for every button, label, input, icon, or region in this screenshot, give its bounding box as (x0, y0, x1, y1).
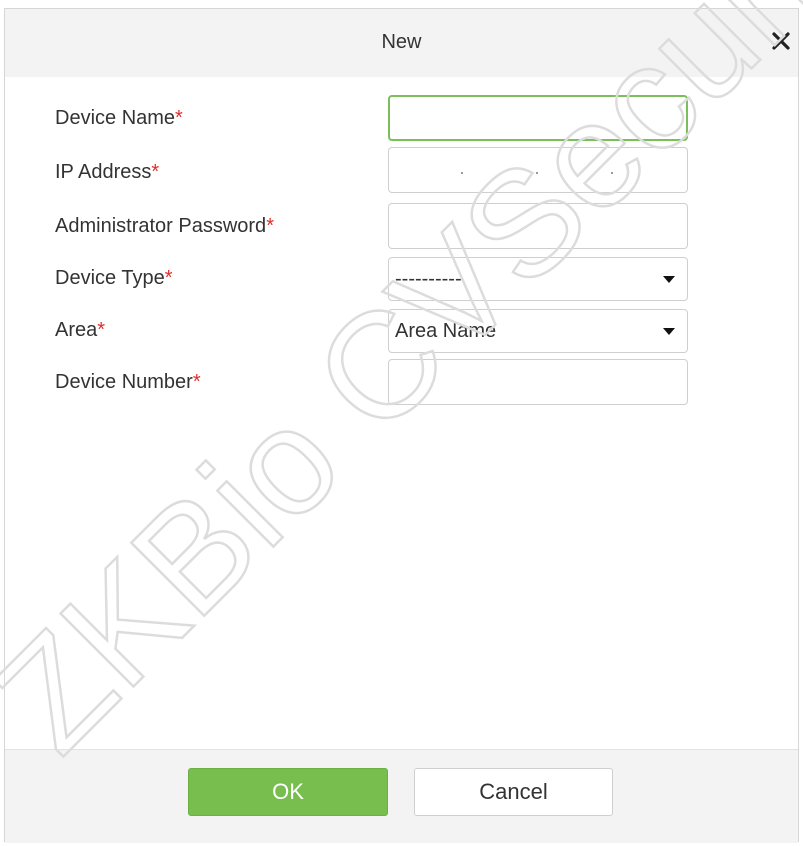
area-value: Area Name (395, 320, 497, 342)
area-label: Area* (55, 319, 105, 342)
required-mark: * (97, 319, 106, 341)
required-mark: * (175, 107, 183, 129)
device-number-label-text: Device Number (55, 371, 193, 393)
ip-address-label-text: IP Address (55, 161, 152, 183)
ok-button[interactable]: OK (188, 768, 388, 816)
device-type-value: ---------- (395, 268, 462, 290)
device-number-input[interactable] (389, 360, 687, 404)
dialog-footer: OK Cancel (5, 749, 798, 843)
admin-password-label-text: Administrator Password (55, 215, 267, 237)
required-mark: * (164, 267, 173, 289)
admin-password-input[interactable] (389, 204, 687, 248)
admin-password-field[interactable] (388, 203, 688, 249)
device-type-label: Device Type* (55, 267, 172, 290)
required-mark: * (151, 161, 160, 183)
required-mark: * (266, 215, 274, 237)
device-name-label: Device Name* (55, 107, 183, 130)
device-name-input[interactable] (390, 97, 686, 139)
dialog-titlebar: New (5, 9, 798, 77)
chevron-down-icon (663, 328, 675, 335)
ip-separator (611, 172, 613, 174)
ip-separator (461, 172, 463, 174)
device-name-label-text: Device Name (55, 107, 176, 129)
chevron-down-icon (663, 276, 675, 283)
required-mark: * (192, 371, 201, 393)
new-device-dialog: New Device Name* IP Address* Administrat… (4, 8, 799, 843)
ip-address-label: IP Address* (55, 161, 159, 184)
device-name-field[interactable] (388, 95, 688, 141)
device-type-label-text: Device Type (55, 267, 165, 289)
cancel-button[interactable]: Cancel (414, 768, 613, 816)
device-number-field[interactable] (388, 359, 688, 405)
area-select[interactable]: Area Name (388, 309, 688, 353)
close-icon[interactable] (770, 27, 792, 53)
ip-address-field[interactable] (388, 147, 688, 193)
admin-password-label: Administrator Password* (55, 215, 274, 238)
ip-separator (536, 172, 538, 174)
device-type-select[interactable]: ---------- (388, 257, 688, 301)
device-number-label: Device Number* (55, 371, 201, 394)
dialog-title: New (381, 31, 422, 53)
area-label-text: Area (55, 319, 98, 341)
